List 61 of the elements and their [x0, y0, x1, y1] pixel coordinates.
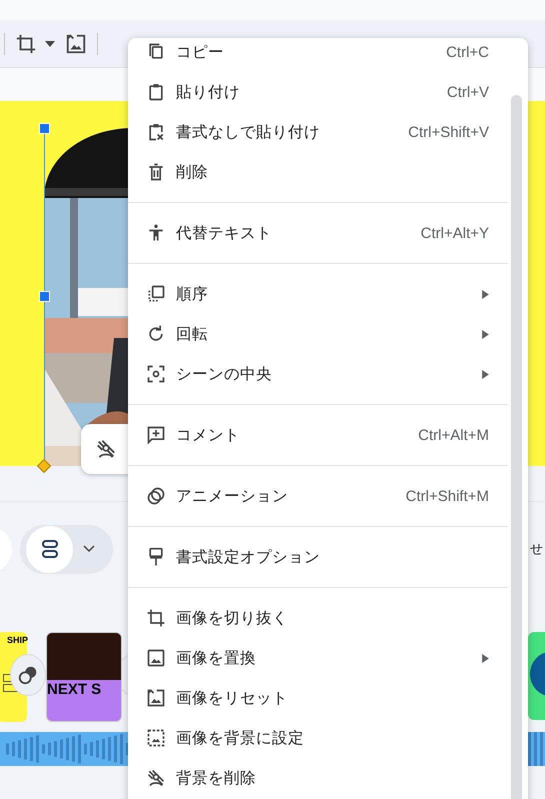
shortcut-label: Ctrl+Alt+M [418, 426, 489, 444]
shortcut-label: Ctrl+Alt+Y [420, 224, 489, 242]
menu-label: 画像を置換 [176, 648, 256, 668]
menu-item[interactable]: 背景を削除 [128, 758, 508, 798]
image-icon [146, 648, 166, 668]
menu-item[interactable]: 順序 [128, 274, 508, 314]
menu-item[interactable]: シーンの中央 [128, 354, 508, 394]
resize-handle[interactable] [39, 123, 50, 134]
transition-button[interactable] [10, 654, 46, 696]
menu-label: 書式なしで貼り付け [176, 122, 320, 142]
thumbnail-title: NEXT S [47, 680, 102, 700]
slide-thumbnail[interactable]: NEXT S [46, 632, 122, 722]
menu-item[interactable]: 代替テキスト Ctrl+Alt+Y [128, 213, 508, 253]
menu-label: 削除 [176, 162, 208, 182]
shortcut-label: Ctrl+Shift+M [406, 488, 489, 504]
menu-item[interactable]: 画像をリセット [128, 678, 508, 718]
remove-background-icon [95, 438, 117, 460]
shortcut-label: Ctrl+C [446, 44, 489, 60]
menu-label: 貼り付け [176, 82, 240, 102]
menu-label: シーンの中央 [176, 364, 272, 384]
menu-item[interactable]: 画像を背景に設定 [128, 718, 508, 758]
menu-label: コピー [176, 42, 224, 62]
menu-label: アニメーション [176, 486, 288, 506]
menu-item[interactable]: 書式なしで貼り付け Ctrl+Shift+V [128, 112, 508, 152]
menu-item[interactable]: 画像を置換 [128, 638, 508, 678]
shortcut-label: Ctrl+V [446, 84, 489, 100]
menu-label: 画像を背景に設定 [176, 728, 304, 748]
menu-item[interactable]: コピー Ctrl+C [128, 38, 508, 72]
transition-icon [17, 664, 39, 686]
menu-item[interactable]: 書式設定オプション [128, 537, 508, 577]
menu-item[interactable]: 回転 [128, 314, 508, 354]
menu-item[interactable]: アニメーション Ctrl+Shift+M [128, 476, 508, 516]
menu-label: 回転 [176, 324, 208, 344]
menu-label: 背景を削除 [176, 768, 256, 788]
option-label: せ [530, 541, 543, 558]
focus-icon [146, 364, 166, 384]
shortcut-label: Ctrl+Shift+V [408, 124, 489, 140]
menu-label: コメント [176, 424, 240, 446]
comment-icon [146, 425, 166, 445]
menu-label: 書式設定オプション [176, 546, 320, 568]
chevron-down-icon [83, 545, 95, 553]
animation-icon [146, 486, 166, 506]
caret-icon[interactable] [45, 40, 55, 46]
crop-icon[interactable] [15, 32, 37, 54]
remove-background-icon [146, 768, 166, 788]
image-background-icon [146, 728, 166, 748]
menu-label: 画像を切り抜く [176, 608, 288, 628]
layers-icon [146, 284, 166, 304]
menu-label: 画像をリセット [176, 688, 288, 708]
resize-handle[interactable] [39, 291, 50, 302]
menu-item[interactable]: 貼り付け Ctrl+V [128, 72, 508, 112]
image-reset-icon [146, 688, 166, 708]
menu-item[interactable]: 削除 [128, 152, 508, 192]
image-reset-icon[interactable] [65, 32, 87, 54]
menu-label: 代替テキスト [176, 222, 272, 244]
menu-item[interactable]: 画像を切り抜く [128, 598, 508, 638]
menu-label: 順序 [176, 284, 208, 304]
scrollbar[interactable] [511, 95, 522, 799]
crop-icon [146, 608, 166, 628]
menu-item[interactable]: コメント Ctrl+Alt+M [128, 415, 508, 455]
layout-selector[interactable] [20, 524, 113, 574]
